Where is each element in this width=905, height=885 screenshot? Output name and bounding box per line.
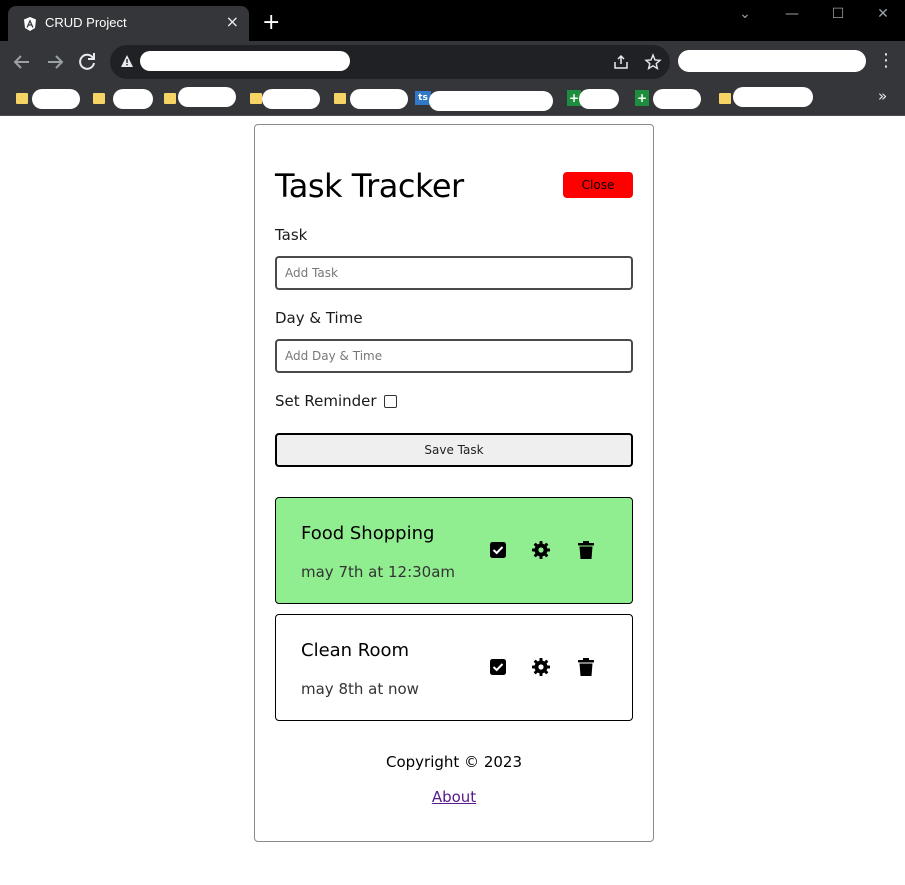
redacted-bookmark bbox=[653, 89, 701, 109]
redacted-bookmark bbox=[429, 91, 553, 111]
task-label: Task bbox=[275, 226, 308, 244]
task-input[interactable] bbox=[275, 256, 633, 290]
redacted-bookmark bbox=[178, 87, 236, 107]
day-time-label: Day & Time bbox=[275, 309, 363, 327]
tab-search-icon[interactable]: ⌄ bbox=[731, 6, 759, 22]
reload-icon[interactable] bbox=[75, 50, 99, 74]
maximize-button[interactable]: ☐ bbox=[824, 6, 852, 22]
back-arrow-icon[interactable] bbox=[10, 50, 34, 74]
browser-menu-icon[interactable]: ⋮ bbox=[877, 50, 895, 74]
folder-icon bbox=[93, 93, 105, 104]
address-bar[interactable] bbox=[110, 45, 670, 79]
new-tab-button[interactable]: + bbox=[262, 12, 280, 34]
check-square-icon[interactable] bbox=[488, 540, 508, 560]
more-bookmarks-icon[interactable]: » bbox=[878, 87, 887, 105]
task-title: Food Shopping bbox=[301, 523, 435, 544]
task-day: may 8th at now bbox=[301, 680, 419, 698]
gear-icon[interactable] bbox=[531, 540, 551, 560]
redacted-url bbox=[140, 51, 350, 71]
tab-title: CRUD Project bbox=[45, 15, 127, 30]
minimize-button[interactable]: — bbox=[778, 6, 806, 22]
gear-icon[interactable] bbox=[531, 657, 551, 677]
close-form-button[interactable]: Close bbox=[563, 172, 633, 198]
redacted-bookmark bbox=[262, 89, 320, 109]
reminder-checkbox[interactable] bbox=[384, 395, 397, 408]
tab-close-icon[interactable]: × bbox=[226, 14, 239, 30]
redacted-bookmark bbox=[733, 87, 813, 107]
bookmark-star-icon[interactable] bbox=[644, 53, 662, 71]
bookmarks-bar: ts + + » bbox=[0, 83, 905, 116]
browser-toolbar: ⋮ bbox=[0, 41, 905, 83]
folder-icon bbox=[16, 93, 28, 104]
about-link[interactable]: About bbox=[255, 788, 653, 806]
warning-icon[interactable] bbox=[120, 54, 134, 68]
window-close-button[interactable]: ✕ bbox=[869, 6, 897, 22]
sheets-icon: + bbox=[635, 90, 649, 106]
redacted-bookmark bbox=[32, 89, 80, 109]
browser-titlebar: CRUD Project × + ⌄ — ☐ ✕ bbox=[0, 0, 905, 41]
folder-icon bbox=[164, 93, 176, 104]
folder-icon bbox=[719, 93, 731, 104]
redacted-bookmark bbox=[579, 89, 619, 109]
day-time-input[interactable] bbox=[275, 339, 633, 373]
page-title: Task Tracker bbox=[275, 167, 464, 205]
task-item[interactable]: Food Shopping may 7th at 12:30am bbox=[275, 497, 633, 604]
task-title: Clean Room bbox=[301, 640, 410, 661]
task-item[interactable]: Clean Room may 8th at now bbox=[275, 614, 633, 721]
folder-icon bbox=[250, 93, 262, 104]
share-icon[interactable] bbox=[612, 53, 630, 71]
check-square-icon[interactable] bbox=[488, 657, 508, 677]
browser-tab[interactable]: CRUD Project × bbox=[8, 6, 249, 41]
page-viewport: Task Tracker Close Task Day & Time Set R… bbox=[0, 116, 905, 885]
trash-icon[interactable] bbox=[576, 657, 596, 677]
redacted-extensions bbox=[678, 50, 866, 72]
save-task-button[interactable]: Save Task bbox=[275, 433, 633, 467]
reminder-label: Set Reminder bbox=[275, 392, 377, 410]
angular-icon bbox=[24, 17, 36, 31]
copyright-text: Copyright © 2023 bbox=[385, 753, 522, 771]
forward-arrow-icon[interactable] bbox=[43, 50, 67, 74]
app-container: Task Tracker Close Task Day & Time Set R… bbox=[254, 124, 654, 842]
redacted-bookmark bbox=[350, 89, 408, 109]
redacted-bookmark bbox=[113, 89, 153, 109]
folder-icon bbox=[334, 93, 346, 104]
task-day: may 7th at 12:30am bbox=[301, 563, 456, 581]
trash-icon[interactable] bbox=[576, 540, 596, 560]
